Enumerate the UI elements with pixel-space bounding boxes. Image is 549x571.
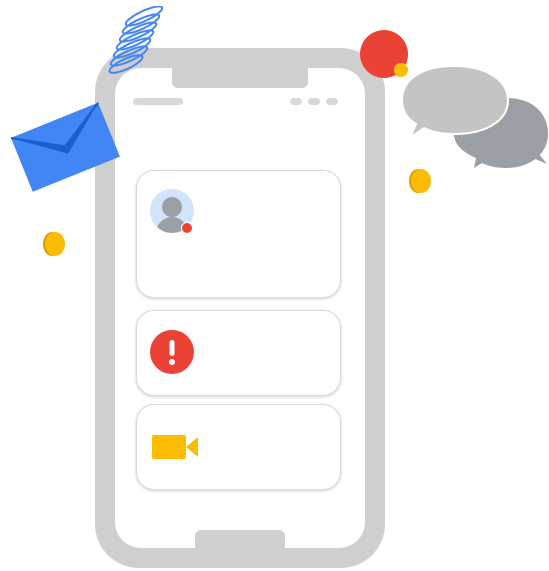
status-dot <box>181 222 193 234</box>
coin-icon <box>409 169 431 193</box>
spring-icon <box>108 6 164 74</box>
status-indicator <box>326 98 338 105</box>
envelope-icon <box>10 102 120 192</box>
status-bar-placeholder <box>133 98 183 105</box>
coin-icon <box>43 232 65 256</box>
chat-bubbles-icon <box>400 64 548 168</box>
avatar-head <box>162 197 182 217</box>
video-camera-icon <box>152 435 198 459</box>
status-indicator <box>290 98 302 105</box>
phone-bottom-bar <box>195 530 285 550</box>
phone-notch <box>172 68 308 88</box>
illustration <box>0 0 549 571</box>
status-indicator <box>308 98 320 105</box>
alert-exclamation-icon <box>150 330 194 374</box>
